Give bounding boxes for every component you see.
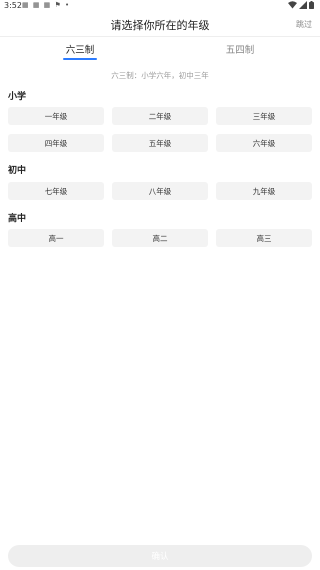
grade-button-12[interactable]: 高三 [216,229,312,247]
grade-button-10[interactable]: 高一 [8,229,104,247]
grade-button-7[interactable]: 七年级 [8,182,104,200]
section-title-high: 高中 [8,214,27,224]
grade-button-11[interactable]: 高二 [112,229,208,247]
section-title-primary: 小学 [8,92,27,102]
grade-button-6[interactable]: 六年级 [216,134,312,152]
status-bar: 3:52 ▦ ▦ ▦ ⚑ • [0,0,320,13]
system-tabs: 六三制 五四制 [0,38,320,62]
signal-icon [299,1,307,11]
status-right-icons [288,1,314,11]
grade-button-1[interactable]: 一年级 [8,107,104,125]
notification-icons: ▦ ▦ ▦ ⚑ • [22,1,71,9]
grade-button-3[interactable]: 三年级 [216,107,312,125]
grade-button-4[interactable]: 四年级 [8,134,104,152]
tab-five-four[interactable]: 五四制 [160,42,320,56]
grade-button-2[interactable]: 二年级 [112,107,208,125]
grade-button-8[interactable]: 八年级 [112,182,208,200]
skip-button[interactable]: 跳过 [296,19,312,30]
header: 请选择你所在的年级 跳过 [0,13,320,37]
page-title: 请选择你所在的年级 [110,19,210,32]
confirm-button[interactable]: 确认 [8,545,312,567]
battery-icon [309,1,314,11]
wifi-icon [288,1,297,11]
system-hint: 六三制：小学六年，初中三年 [111,71,209,80]
section-title-middle: 初中 [8,166,27,176]
tab-indicator [63,58,97,60]
grade-button-9[interactable]: 九年级 [216,182,312,200]
tab-six-three[interactable]: 六三制 [0,42,160,56]
status-time: 3:52 [4,1,22,10]
grade-button-5[interactable]: 五年级 [112,134,208,152]
